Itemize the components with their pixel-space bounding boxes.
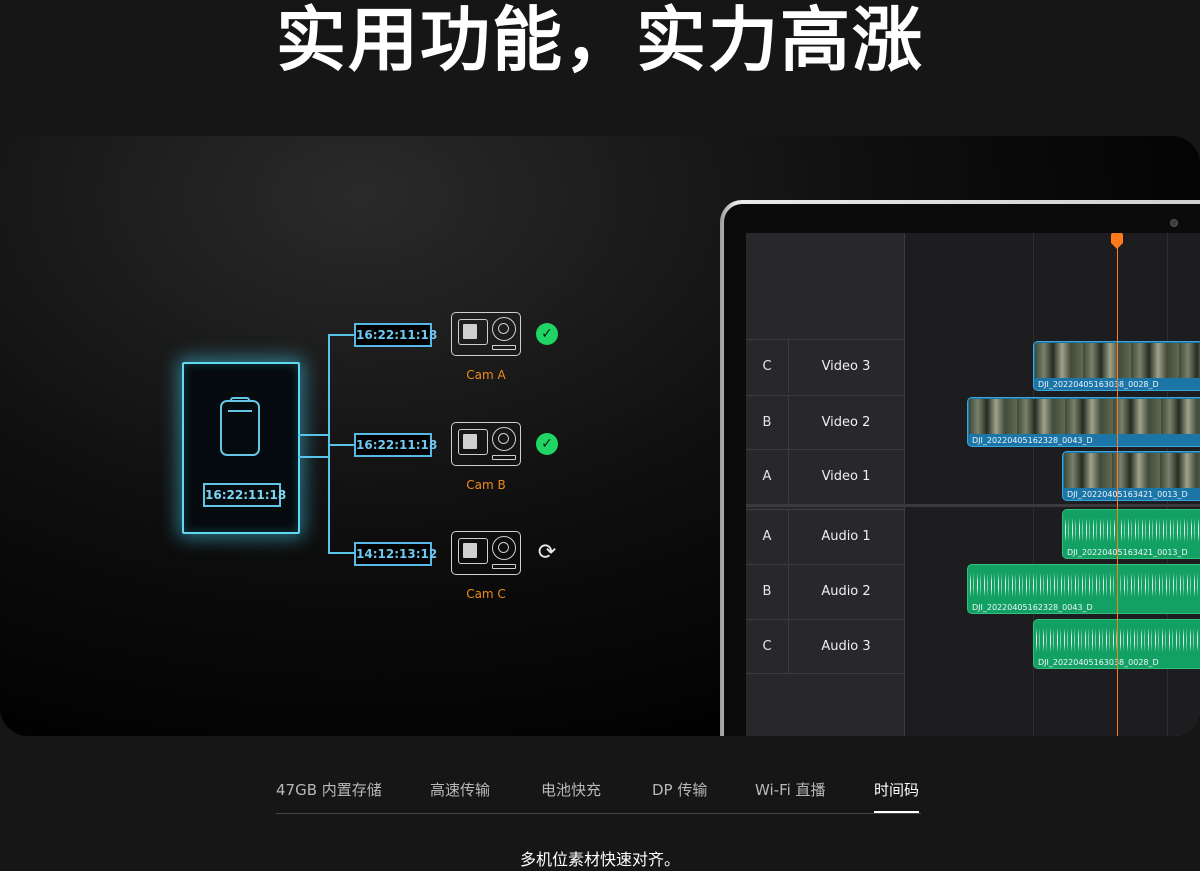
track-row: C Audio 3 bbox=[746, 619, 904, 673]
wire-hub-a bbox=[298, 434, 328, 436]
tab-dp-transfer[interactable]: DP 传输 bbox=[652, 770, 707, 812]
audio-clip[interactable]: DJI_20220405163421_0013_D bbox=[1062, 509, 1200, 559]
track-name: Audio 1 bbox=[821, 529, 871, 544]
waveform bbox=[1065, 518, 1200, 542]
feature-showcase: 16:22:11:18 16:22:11:18 Cam A ✓ 16:22:11… bbox=[0, 136, 1200, 736]
playhead-handle[interactable] bbox=[1111, 233, 1123, 249]
track-row: A Video 1 bbox=[746, 449, 904, 503]
webcam-dot bbox=[1170, 219, 1178, 227]
wire-cam-a bbox=[328, 334, 354, 336]
device-icon bbox=[220, 397, 260, 456]
laptop-mockup: C Video 3 DJI_20220405163038_0028_D B Vi… bbox=[720, 200, 1200, 736]
clip-filename: DJI_20220405163421_0013_D bbox=[1067, 548, 1188, 557]
track-id: B bbox=[746, 565, 789, 618]
sync-icon: ⟳ bbox=[537, 540, 557, 565]
track-name: Video 3 bbox=[821, 359, 871, 374]
cam-a-label: Cam A bbox=[466, 368, 506, 382]
clip-filename: DJI_20220405162328_0043_D bbox=[972, 436, 1093, 445]
master-timecode: 16:22:11:18 bbox=[203, 483, 286, 507]
camera-icon bbox=[451, 422, 521, 466]
check-circle-icon: ✓ bbox=[536, 323, 558, 345]
track-row: B Video 2 bbox=[746, 395, 904, 449]
track-id: A bbox=[746, 450, 789, 503]
clip-thumbnails bbox=[969, 399, 1200, 434]
wire-cam-c bbox=[328, 552, 354, 554]
tab-storage[interactable]: 47GB 内置存储 bbox=[276, 770, 382, 812]
feature-tabs: 47GB 内置存储 高速传输 电池快充 DP 传输 Wi-Fi 直播 时间码 bbox=[276, 770, 921, 814]
video-audio-divider bbox=[746, 504, 1200, 507]
timecode-master-device: 16:22:11:18 bbox=[182, 362, 300, 534]
playhead[interactable] bbox=[1117, 233, 1118, 736]
camera-icon bbox=[451, 312, 521, 356]
clip-filename: DJI_20220405163038_0028_D bbox=[1038, 380, 1159, 389]
check-circle-icon: ✓ bbox=[536, 433, 558, 455]
track-name: Video 2 bbox=[821, 415, 871, 430]
track-row-empty bbox=[746, 673, 904, 727]
cam-b-timecode: 16:22:11:18 bbox=[354, 433, 437, 457]
track-name: Audio 2 bbox=[821, 584, 871, 599]
waveform bbox=[970, 573, 1200, 597]
tab-fast-transfer[interactable]: 高速传输 bbox=[430, 770, 490, 812]
cam-b-label: Cam B bbox=[466, 478, 506, 492]
wire-trunk-vertical bbox=[328, 334, 330, 552]
tab-timecode[interactable]: 时间码 bbox=[874, 770, 920, 813]
video-clip[interactable]: DJI_20220405162328_0043_D bbox=[967, 397, 1200, 447]
track-id: A bbox=[746, 510, 789, 563]
clip-filename: DJI_20220405163421_0013_D bbox=[1067, 490, 1188, 499]
track-name: Video 1 bbox=[821, 469, 871, 484]
waveform bbox=[1036, 628, 1200, 652]
audio-clip[interactable]: DJI_20220405162328_0043_D bbox=[967, 564, 1200, 614]
camera-icon bbox=[451, 531, 521, 575]
track-row: A Audio 1 bbox=[746, 509, 904, 563]
track-name: Audio 3 bbox=[821, 639, 871, 654]
track-id: C bbox=[746, 620, 789, 673]
timeline-editor: C Video 3 DJI_20220405163038_0028_D B Vi… bbox=[746, 233, 1200, 736]
feature-caption: 多机位素材快速对齐。 bbox=[519, 850, 680, 869]
cam-a-timecode: 16:22:11:18 bbox=[354, 323, 437, 347]
cam-c-timecode: 14:12:13:12 bbox=[354, 542, 437, 566]
tab-fast-charge[interactable]: 电池快充 bbox=[541, 770, 601, 812]
wire-hub-c bbox=[298, 456, 328, 458]
clip-thumbnails bbox=[1064, 453, 1200, 488]
track-id: B bbox=[746, 396, 789, 449]
clip-filename: DJI_20220405162328_0043_D bbox=[972, 603, 1093, 612]
cam-c-label: Cam C bbox=[466, 587, 506, 601]
page-headline: 实用功能，实力高涨 bbox=[276, 0, 924, 81]
clip-filename: DJI_20220405163038_0028_D bbox=[1038, 658, 1159, 667]
track-row: B Audio 2 bbox=[746, 564, 904, 618]
track-id: C bbox=[746, 340, 789, 393]
tab-wifi-live[interactable]: Wi-Fi 直播 bbox=[755, 770, 826, 812]
wire-cam-b bbox=[328, 444, 354, 446]
track-row: C Video 3 bbox=[746, 339, 904, 393]
video-clip[interactable]: DJI_20220405163421_0013_D bbox=[1062, 451, 1200, 501]
